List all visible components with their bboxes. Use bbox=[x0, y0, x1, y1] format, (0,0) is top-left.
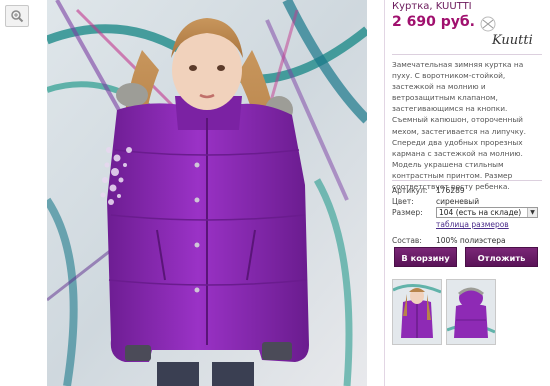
chevron-down-icon[interactable]: ▼ bbox=[527, 208, 537, 217]
composition-value: 100% полиэстера bbox=[436, 236, 506, 245]
defer-button[interactable]: Отложить bbox=[465, 247, 538, 267]
color-label: Цвет: bbox=[392, 197, 414, 206]
article-label: Артикул: bbox=[392, 186, 428, 195]
product-description: Замечательная зимняя куртка на пуху. С в… bbox=[392, 60, 526, 192]
composition-label: Состав: bbox=[392, 236, 422, 245]
thumbnail-back[interactable] bbox=[446, 279, 496, 345]
composition-row: Состав: 100% полиэстера bbox=[392, 236, 506, 245]
color-row: Цвет: сиреневый bbox=[392, 197, 479, 206]
thumbnail-front[interactable] bbox=[392, 279, 442, 345]
product-price: 2 690 руб. bbox=[392, 14, 475, 30]
zoom-magnifier-icon bbox=[11, 10, 24, 23]
size-row: Размер: bbox=[392, 208, 423, 217]
size-table-link[interactable]: таблица размеров bbox=[436, 220, 509, 229]
size-select[interactable]: 104 (есть на складе) ▼ bbox=[436, 207, 538, 218]
brand-logo: Kuutti bbox=[474, 10, 538, 50]
separator bbox=[392, 54, 542, 55]
main-product-image[interactable] bbox=[47, 0, 367, 386]
article-row: Артикул: 176289 bbox=[392, 186, 465, 195]
svg-text:Kuutti: Kuutti bbox=[491, 33, 533, 48]
size-selected-value: 104 (есть на складе) bbox=[439, 208, 522, 217]
add-to-cart-button[interactable]: В корзину bbox=[394, 247, 457, 267]
girl-in-purple-jacket-illustration bbox=[47, 0, 367, 386]
site-watermark: www.napodiume.ru bbox=[463, 372, 546, 382]
size-label: Размер: bbox=[392, 208, 423, 217]
column-divider bbox=[384, 0, 385, 386]
article-value: 176289 bbox=[436, 186, 465, 195]
product-info-panel: Куртка, KUUTTI 2 690 руб. Kuutti Замечат… bbox=[384, 0, 550, 386]
zoom-button[interactable] bbox=[5, 5, 29, 27]
product-photo-panel bbox=[0, 0, 385, 386]
product-title: Куртка, KUUTTI bbox=[392, 1, 472, 12]
separator bbox=[392, 180, 542, 181]
color-value: сиреневый bbox=[436, 197, 480, 206]
